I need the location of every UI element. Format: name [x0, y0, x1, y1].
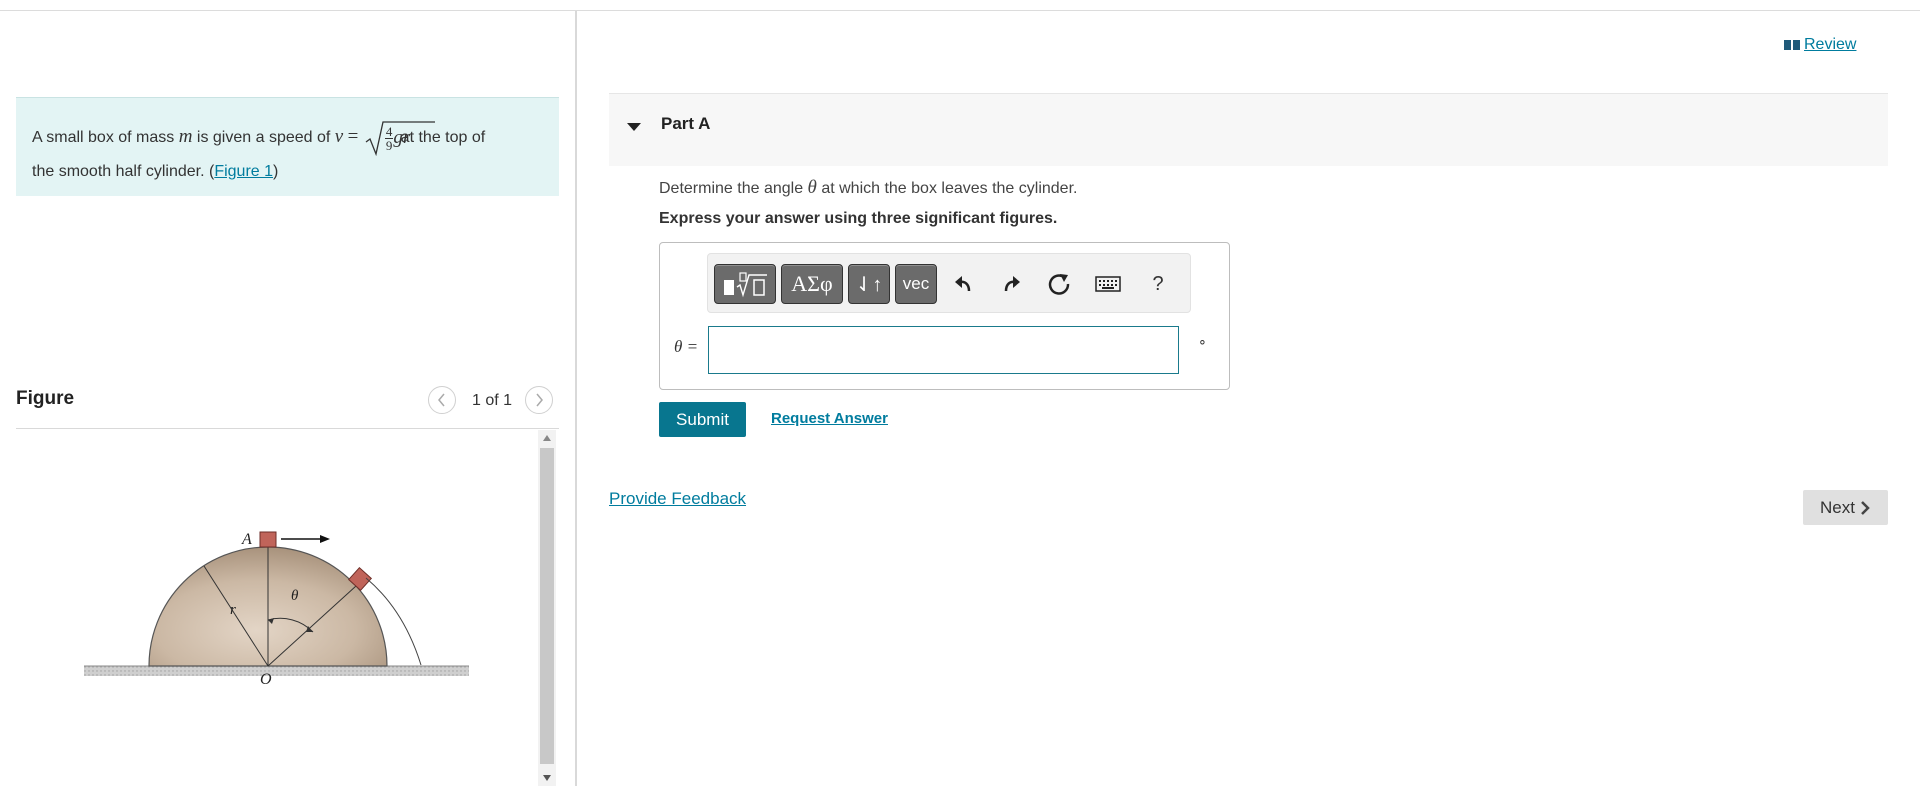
chevron-left-icon — [438, 393, 445, 407]
math-toolbar: ΑΣφ ⇃↑ vec ? — [707, 253, 1191, 313]
next-label: Next — [1820, 497, 1855, 517]
arrows-button[interactable]: ⇃↑ — [848, 264, 890, 304]
speed-symbol: v — [334, 126, 344, 148]
scroll-down-icon[interactable] — [543, 775, 551, 781]
help-button[interactable]: ? — [1138, 264, 1178, 304]
keyboard-icon — [1095, 276, 1121, 292]
figure-pager: 1 of 1 — [472, 392, 513, 409]
reset-icon — [1048, 274, 1070, 295]
question-before: Determine the angle — [659, 180, 808, 197]
keyboard-button[interactable] — [1086, 264, 1130, 304]
answer-instruction: Express your answer using three signific… — [659, 210, 1058, 227]
question-text: Determine the angle θ at which the box l… — [659, 177, 1077, 199]
scroll-thumb[interactable] — [540, 448, 554, 764]
problem-text-before: A small box of mass — [32, 129, 179, 147]
answer-label: θ = — [674, 337, 698, 357]
submit-button[interactable]: Submit — [659, 402, 746, 437]
figure-header: Figure 1 of 1 — [16, 386, 559, 429]
review-label: Review — [1804, 36, 1857, 53]
label-O: O — [260, 671, 272, 688]
next-button[interactable]: Next — [1803, 490, 1888, 525]
next-figure-button[interactable] — [525, 386, 553, 414]
part-a-header[interactable]: Part A — [609, 93, 1888, 166]
figure-scrollbar[interactable] — [538, 430, 556, 786]
question-after: at which the box leaves the cylinder. — [816, 180, 1078, 197]
degree-unit: ∘ — [1198, 333, 1207, 349]
sqrt-expression: 4 9 gr — [365, 120, 435, 156]
close-paren: ) — [273, 163, 279, 180]
half-cylinder-diagram: A r θ O — [84, 531, 469, 688]
problem-line2: the smooth half cylinder. ( — [32, 163, 215, 180]
pane-divider — [575, 11, 577, 786]
box-top — [259, 531, 277, 548]
provide-feedback-link[interactable]: Provide Feedback — [609, 489, 746, 509]
redo-button[interactable] — [991, 264, 1031, 304]
answer-label-text: θ = — [674, 337, 699, 356]
problem-text-mid: is given a speed of — [192, 129, 335, 147]
undo-icon — [955, 276, 971, 292]
figure-1-link[interactable]: Figure 1 — [214, 163, 273, 180]
label-A: A — [241, 531, 252, 548]
figure-image: A r θ O — [16, 430, 536, 786]
problem-statement: A small box of mass m is given a speed o… — [16, 97, 559, 196]
mass-symbol: m — [178, 126, 193, 148]
part-title: Part A — [661, 114, 711, 133]
scroll-up-icon[interactable] — [543, 435, 551, 441]
undo-button[interactable] — [944, 264, 984, 304]
reset-button[interactable] — [1039, 264, 1079, 304]
review-link[interactable]: Review — [1784, 36, 1856, 54]
vector-button[interactable]: vec — [895, 264, 937, 304]
book-icon — [1784, 40, 1800, 50]
collapse-caret-icon[interactable] — [627, 123, 641, 131]
redo-icon — [1004, 276, 1020, 292]
answer-input[interactable] — [708, 326, 1179, 374]
templates-button[interactable] — [714, 264, 776, 304]
ground — [84, 666, 469, 676]
equals-sign: = — [347, 126, 359, 148]
radicand-tail: gr — [393, 127, 411, 148]
chevron-right-icon — [1861, 500, 1870, 515]
prev-figure-button[interactable] — [428, 386, 456, 414]
theta-symbol: θ — [807, 177, 817, 198]
label-theta: θ — [291, 588, 299, 604]
templates-icon — [724, 272, 767, 298]
chevron-right-icon — [536, 393, 543, 407]
label-r: r — [230, 602, 236, 618]
answer-panel: ΑΣφ ⇃↑ vec ? θ = ∘ — [659, 242, 1230, 390]
request-answer-link[interactable]: Request Answer — [771, 410, 888, 427]
figure-title: Figure — [16, 388, 75, 409]
greek-symbols-button[interactable]: ΑΣφ — [781, 264, 843, 304]
